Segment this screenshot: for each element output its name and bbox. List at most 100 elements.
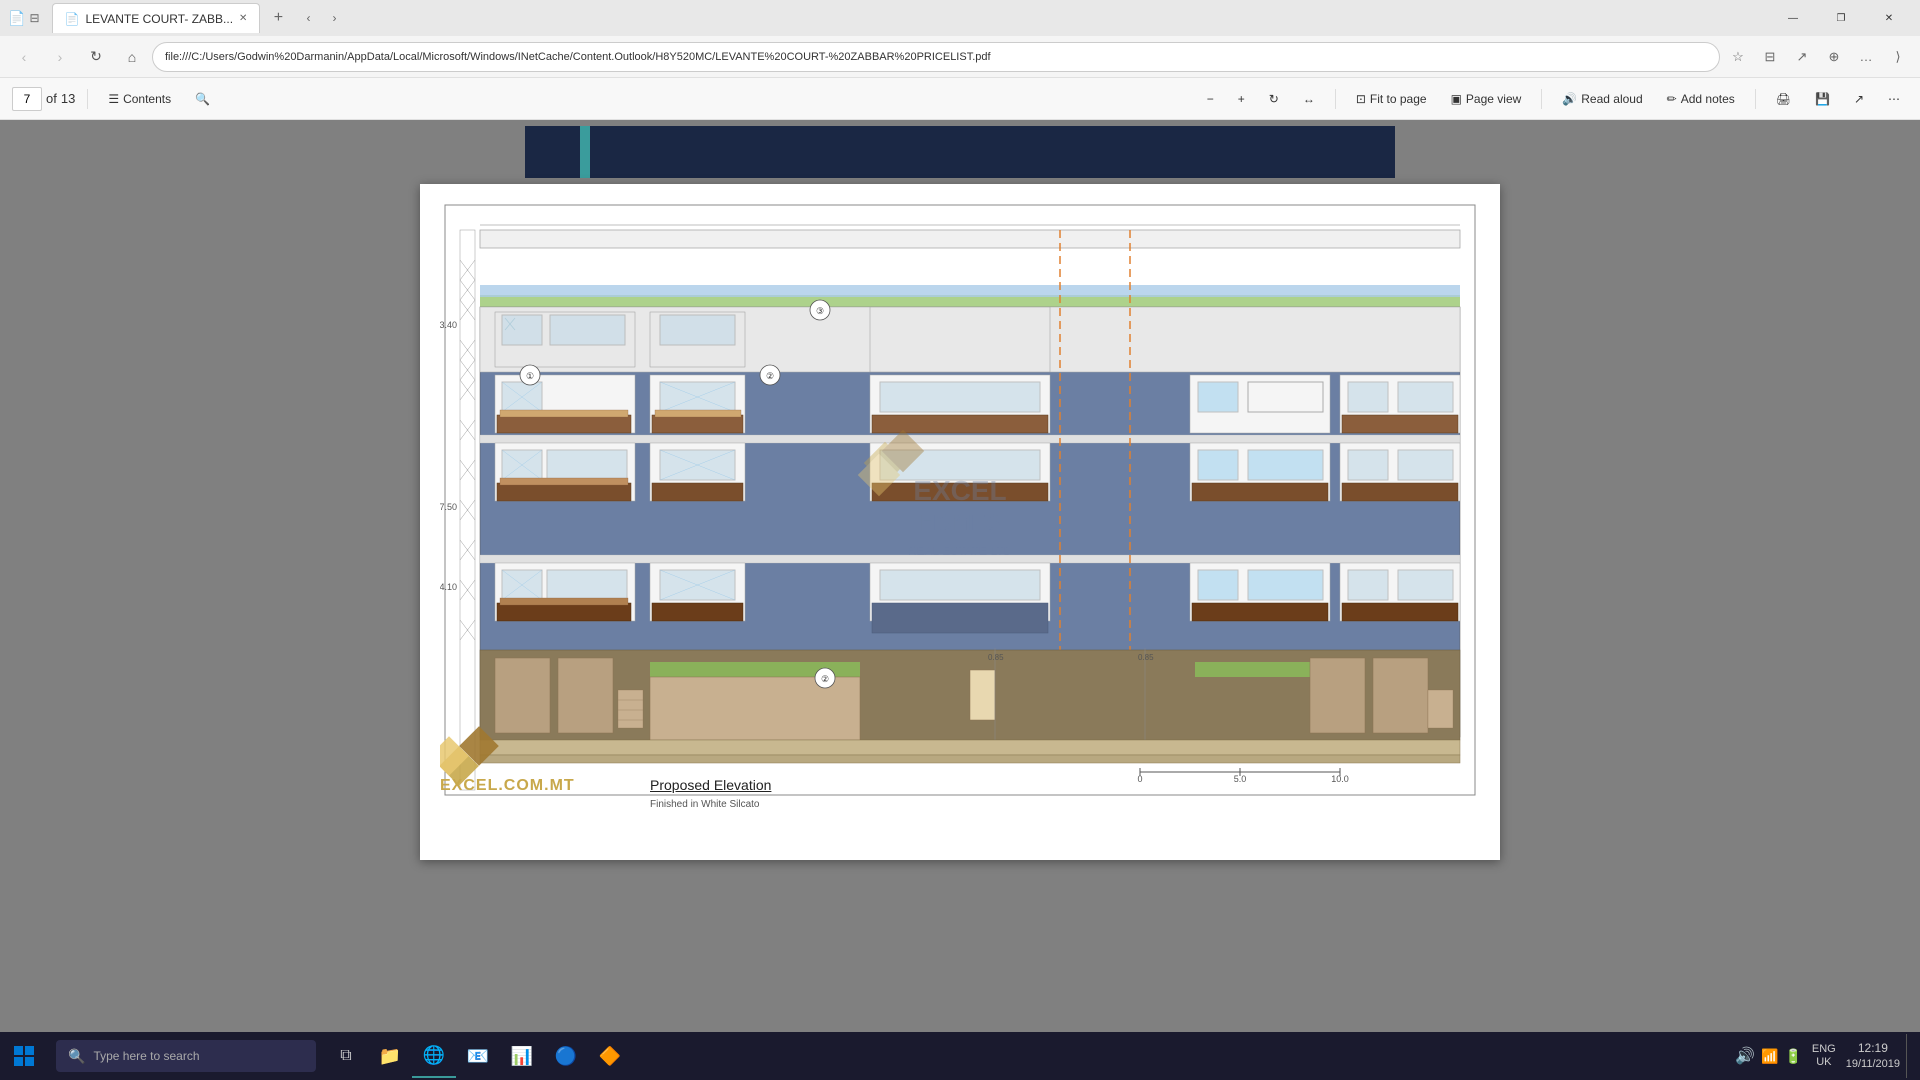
more-tools-button[interactable]: ⋯: [1880, 85, 1908, 113]
svg-text:③: ③: [816, 306, 824, 316]
start-button[interactable]: [0, 1032, 48, 1080]
taskbar-app-excel[interactable]: 📊: [500, 1034, 544, 1078]
taskbar-app-task-view[interactable]: ⧉: [324, 1034, 368, 1078]
silcato-note: Finished in White Silcato: [650, 794, 760, 812]
collections-icon[interactable]: ⊟: [1756, 43, 1784, 71]
network-icon[interactable]: 📶: [1761, 1048, 1778, 1065]
header-center-dark: [590, 126, 1320, 178]
file-explorer-icon: 📁: [379, 1046, 401, 1067]
read-aloud-button[interactable]: 🔊 Read aloud: [1554, 85, 1650, 113]
search-pdf-button[interactable]: 🔍: [187, 85, 218, 113]
volume-icon[interactable]: 🔊: [1735, 1046, 1755, 1066]
taskbar-app-edge[interactable]: 🌐: [412, 1034, 456, 1078]
svg-text:REAL ESTATE LTD: REAL ESTATE LTD: [908, 544, 1013, 558]
rotate-view-button[interactable]: ↻: [1261, 85, 1287, 113]
language-selector[interactable]: ENG UK: [1812, 1043, 1836, 1069]
settings-icon[interactable]: …: [1852, 43, 1880, 71]
battery-icon[interactable]: 🔋: [1784, 1048, 1801, 1065]
address-icons: ☆ ⊟ ↗ ⊕ … ⟩: [1724, 43, 1912, 71]
new-tab-button[interactable]: +: [264, 4, 292, 32]
print-button[interactable]: 🖨: [1768, 85, 1799, 113]
page-view-button[interactable]: ▣ Page view: [1443, 85, 1530, 113]
date-display: 19/11/2019: [1846, 1057, 1900, 1071]
pdf-content-area: 3.40 17.50 14.10: [0, 120, 1920, 1080]
svg-text:EXCEL: EXCEL: [913, 475, 1006, 506]
zoom-in-button[interactable]: +: [1230, 85, 1253, 113]
taskbar-app-outlook[interactable]: 📧: [456, 1034, 500, 1078]
read-aloud-icon: 🔊: [1562, 92, 1577, 106]
show-desktop-button[interactable]: [1906, 1034, 1912, 1078]
maximize-icon[interactable]: ⊟: [29, 11, 39, 25]
contents-button[interactable]: ☰ Contents: [100, 85, 179, 113]
tab-title: LEVANTE COURT- ZABB...: [85, 12, 233, 26]
fit-width-button[interactable]: ↔: [1295, 85, 1323, 113]
system-tray: 🔊 📶 🔋 ENG UK 12:19 19/11/2019: [1735, 1034, 1920, 1078]
svg-text:10.0: 10.0: [1331, 774, 1349, 784]
forward-button[interactable]: ›: [44, 41, 76, 73]
favorites-icon[interactable]: ☆: [1724, 43, 1752, 71]
address-bar: ‹ › ↻ ⌂ ☆ ⊟ ↗ ⊕ … ⟩: [0, 36, 1920, 78]
close-button[interactable]: ✕: [1866, 3, 1912, 33]
window-controls: — ❐ ✕: [1770, 3, 1912, 33]
fit-page-icon: ⊡: [1356, 92, 1366, 106]
rotate-icon: ↻: [1269, 92, 1279, 106]
share-icon[interactable]: ↗: [1788, 43, 1816, 71]
chrome-icon: 🔵: [555, 1046, 577, 1067]
app6-icon: 🔶: [599, 1046, 621, 1067]
save-icon: 💾: [1815, 92, 1830, 106]
refresh-button[interactable]: ↻: [80, 41, 112, 73]
svg-text:②: ②: [821, 674, 829, 684]
excel-app-icon: 📊: [511, 1046, 533, 1067]
svg-text:②: ②: [766, 371, 774, 381]
page-number-input[interactable]: [12, 87, 42, 111]
extensions-icon[interactable]: ⟩: [1884, 43, 1912, 71]
tab-next-button[interactable]: ›: [322, 6, 346, 30]
tab-pdf-icon: 📄: [65, 12, 80, 26]
svg-text:HOMES: HOMES: [920, 510, 1001, 535]
share-pdf-button[interactable]: ↗: [1846, 85, 1872, 113]
add-notes-button[interactable]: ✏ Add notes: [1659, 85, 1743, 113]
tab-close-button[interactable]: ✕: [239, 13, 247, 24]
browser-window: 📄 ⊟ 📄 LEVANTE COURT- ZABB... ✕ + ‹ › — ❐…: [0, 0, 1920, 1080]
tab-prev-button[interactable]: ‹: [296, 6, 320, 30]
home-button[interactable]: ⌂: [116, 41, 148, 73]
zoom-out-icon: −: [1207, 92, 1214, 106]
svg-text:3.40: 3.40: [440, 320, 457, 330]
region-text: UK: [1816, 1056, 1831, 1069]
back-button[interactable]: ‹: [8, 41, 40, 73]
more-icon: ⋯: [1888, 92, 1900, 106]
header-teal-stripe: [580, 126, 590, 178]
pdf-toolbar: of 13 ☰ Contents 🔍 − + ↻ ↔ ⊡ Fit to page: [0, 78, 1920, 120]
page-info: of 13: [12, 87, 75, 111]
fit-to-page-button[interactable]: ⊡ Fit to page: [1348, 85, 1435, 113]
header-left-dark: [525, 126, 580, 178]
taskbar-app-chrome[interactable]: 🔵: [544, 1034, 588, 1078]
task-view-icon: ⧉: [340, 1047, 351, 1065]
address-input[interactable]: [152, 42, 1720, 72]
taskbar-search[interactable]: 🔍 Type here to search: [56, 1040, 316, 1072]
toolbar-divider-3: [1541, 89, 1542, 109]
system-icon: 📄: [8, 10, 25, 27]
minimize-button[interactable]: —: [1770, 3, 1816, 33]
feedback-icon[interactable]: ⊕: [1820, 43, 1848, 71]
fit-width-icon: ↔: [1303, 92, 1315, 106]
zoom-in-icon: +: [1238, 92, 1245, 106]
page-of-label: of: [46, 91, 57, 106]
outlook-icon: 📧: [467, 1046, 489, 1067]
print-icon: 🖨: [1776, 92, 1791, 106]
taskbar-app-file-explorer[interactable]: 📁: [368, 1034, 412, 1078]
contents-icon: ☰: [108, 92, 119, 106]
windows-logo-icon: [14, 1046, 34, 1066]
page-total: 13: [61, 91, 75, 106]
language-text: ENG: [1812, 1043, 1836, 1056]
taskbar: 🔍 Type here to search ⧉ 📁 🌐 📧 📊 🔵: [0, 1032, 1920, 1080]
tab-nav-chevrons: ‹ ›: [296, 6, 346, 30]
zoom-out-button[interactable]: −: [1199, 85, 1222, 113]
svg-text:0.85: 0.85: [1138, 653, 1154, 662]
clock[interactable]: 12:19 19/11/2019: [1846, 1041, 1900, 1071]
save-button[interactable]: 💾: [1807, 85, 1838, 113]
taskbar-app-6[interactable]: 🔶: [588, 1034, 632, 1078]
restore-button[interactable]: ❐: [1818, 3, 1864, 33]
active-tab[interactable]: 📄 LEVANTE COURT- ZABB... ✕: [52, 3, 261, 33]
excel-logo: EXCEL.COM.MT: [440, 717, 575, 795]
